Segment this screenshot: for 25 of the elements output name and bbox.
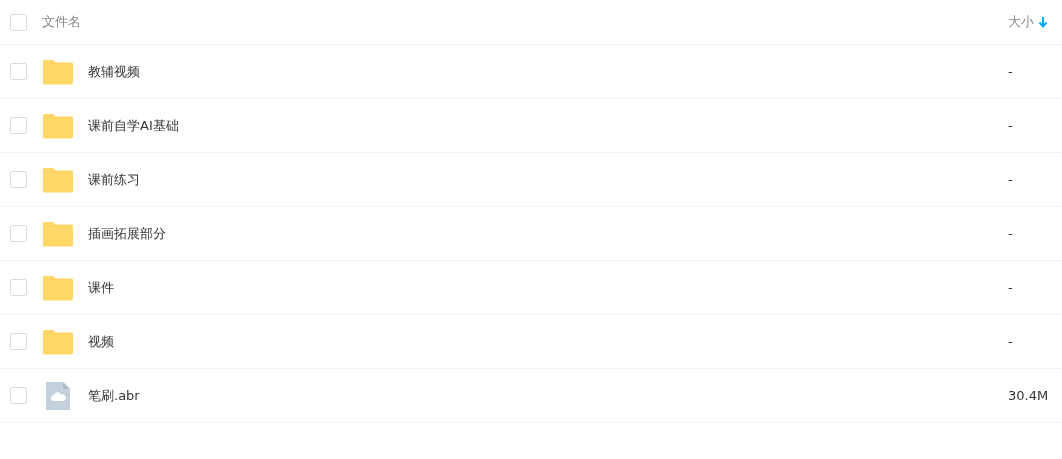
row-checkbox[interactable] [10, 63, 27, 80]
file-name[interactable]: 课前练习 [88, 169, 1008, 190]
file-name[interactable]: 课件 [88, 277, 1008, 298]
row-checkbox[interactable] [10, 387, 27, 404]
column-header: 文件名 [42, 13, 82, 32]
row-checkbox[interactable] [10, 117, 27, 134]
file-size: 30.4M [1008, 386, 1050, 405]
file-size: - [1008, 224, 1014, 243]
size-column-header[interactable]: 大小 [1008, 12, 1034, 32]
row-checkbox[interactable] [10, 333, 27, 350]
file-size: - [1008, 332, 1014, 351]
sort-arrow-icon[interactable] [1038, 16, 1048, 28]
file-name[interactable]: 视频 [88, 331, 1008, 352]
file-size: - [1008, 62, 1014, 81]
row-checkbox[interactable] [10, 171, 27, 188]
file-size: - [1008, 170, 1014, 189]
file-name[interactable]: 插画拓展部分 [88, 223, 1008, 244]
select-all-checkbox[interactable] [10, 13, 27, 31]
file-size: - [1008, 278, 1014, 297]
file-size: - [1008, 116, 1014, 135]
row-checkbox[interactable] [10, 279, 27, 296]
row-checkbox[interactable] [10, 225, 27, 242]
file-name[interactable]: 笔刷.abr [88, 385, 1008, 406]
file-name[interactable]: 教辅视频 [88, 61, 1008, 82]
file-name[interactable]: 课前自学AI基础 [88, 115, 1008, 136]
